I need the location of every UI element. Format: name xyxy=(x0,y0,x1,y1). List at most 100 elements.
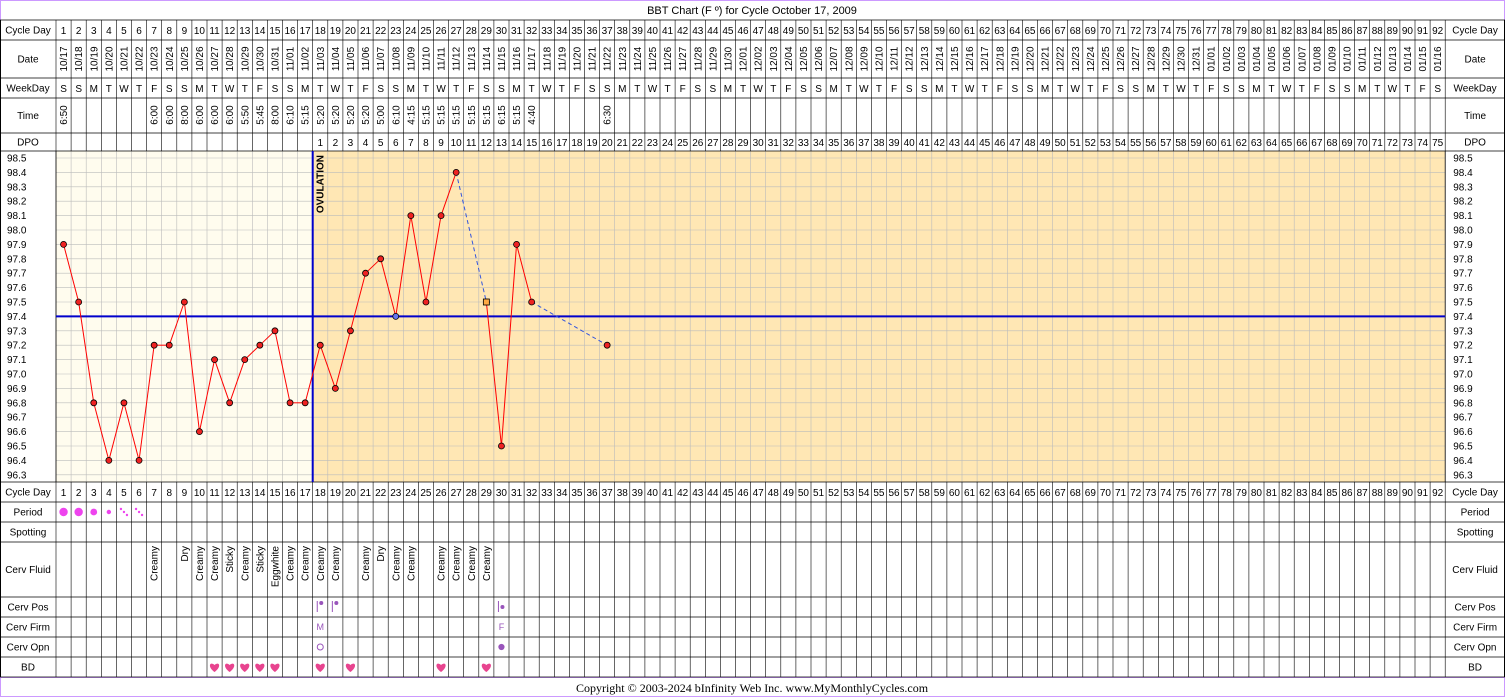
cycle-day-label: 85 xyxy=(1326,26,1338,37)
row-label-left: Cerv Pos xyxy=(7,603,48,614)
cycle-day-label: 60 xyxy=(949,488,961,499)
cycle-day-label: 77 xyxy=(1206,26,1218,37)
weekday-label: T xyxy=(559,84,565,95)
date-label: 01/10 xyxy=(1343,46,1354,71)
weekday-label: S xyxy=(1223,84,1230,95)
cycle-day-label: 52 xyxy=(828,488,840,499)
temp-point xyxy=(347,327,354,335)
date-label: 12/28 xyxy=(1146,46,1157,71)
cycle-day-label: 62 xyxy=(979,26,991,37)
cerv-pos-dot xyxy=(500,605,505,609)
y-tick-label-right: 96.6 xyxy=(1453,427,1473,438)
dpo-label: 68 xyxy=(1326,138,1338,149)
time-label: 4:40 xyxy=(527,105,538,125)
temp-point xyxy=(241,356,249,364)
y-tick-label-right: 97.4 xyxy=(1453,312,1473,323)
cycle-day-label: 41 xyxy=(662,488,674,499)
dpo-label: 72 xyxy=(1387,138,1399,149)
weekday-label: T xyxy=(951,84,957,95)
time-label: 5:20 xyxy=(316,105,327,125)
weekday-label: W xyxy=(436,84,446,95)
dpo-label: 7 xyxy=(408,138,414,149)
cycle-day-label: 72 xyxy=(1130,26,1142,37)
date-label: 11/17 xyxy=(527,46,538,71)
date-label: 11/23 xyxy=(618,46,629,71)
cycle-day-label: 70 xyxy=(1100,488,1112,499)
bd-heart xyxy=(270,663,280,672)
temp-point xyxy=(165,341,173,349)
dpo-label: 74 xyxy=(1417,138,1429,149)
weekday-label: M xyxy=(829,84,837,95)
dpo-label: 55 xyxy=(1130,138,1142,149)
dpo-label: 11 xyxy=(466,138,477,149)
dpo-label: 1 xyxy=(317,138,323,149)
weekday-label: M xyxy=(1358,84,1366,95)
date-label: 11/26 xyxy=(663,46,674,71)
row-label-right: Cerv Pos xyxy=(1455,603,1496,614)
time-label: 6:10 xyxy=(286,105,297,125)
dpo-label: 51 xyxy=(1070,138,1082,149)
date-label: 11/07 xyxy=(376,46,387,71)
weekday-label: M xyxy=(512,84,520,95)
dpo-label: 34 xyxy=(813,138,825,149)
cycle-day-label: 30 xyxy=(496,26,508,37)
weekday-label: S xyxy=(694,84,701,95)
dpo-label: 28 xyxy=(722,138,734,149)
cycle-day-label: 68 xyxy=(1070,26,1082,37)
date-label: 12/16 xyxy=(965,46,976,71)
weekday-label: M xyxy=(1041,84,1049,95)
weekday-label: S xyxy=(921,84,928,95)
y-tick-label-right: 96.7 xyxy=(1453,413,1473,424)
temp-point xyxy=(392,312,400,320)
weekday-label: F xyxy=(1102,84,1108,95)
temp-point xyxy=(331,384,339,392)
time-label: 5:20 xyxy=(361,105,372,125)
date-label: 12/12 xyxy=(905,46,916,71)
cycle-day-label: 57 xyxy=(904,26,916,37)
bbt-chart: 98.5 98.5 98.4 98.4 98.3 98.3 98.2 98.2 98.1 98.1… xyxy=(0,0,1505,697)
date-label: 11/03 xyxy=(316,46,327,71)
cycle-day-label: 81 xyxy=(1266,488,1278,499)
dpo-label: 22 xyxy=(632,138,644,149)
cerv-fluid-label: Creamy xyxy=(482,546,493,581)
date-label: 01/12 xyxy=(1373,46,1384,71)
weekday-label: F xyxy=(680,84,686,95)
date-label: 12/27 xyxy=(1131,46,1142,71)
dpo-label: 4 xyxy=(363,138,369,149)
dpo-label: 50 xyxy=(1055,138,1067,149)
dpo-label: 73 xyxy=(1402,138,1414,149)
temp-point xyxy=(180,298,188,306)
cycle-day-label: 71 xyxy=(1115,488,1127,499)
date-label: 10/23 xyxy=(150,46,161,71)
row-label-left: Cycle Day xyxy=(5,488,51,499)
date-label: 11/22 xyxy=(603,46,614,71)
cycle-day-label: 12 xyxy=(224,26,236,37)
date-label: 12/17 xyxy=(980,46,991,71)
date-label: 10/18 xyxy=(74,46,85,71)
date-label: 12/22 xyxy=(1056,46,1067,71)
date-label: 11/21 xyxy=(588,46,599,71)
weekday-label: M xyxy=(724,84,732,95)
dpo-label: 30 xyxy=(753,138,765,149)
temp-point xyxy=(271,327,279,335)
cycle-day-label: 49 xyxy=(783,26,795,37)
date-label: 11/13 xyxy=(467,46,478,71)
cycle-day-label: 8 xyxy=(166,26,172,37)
weekday-label: T xyxy=(1057,84,1063,95)
cycle-day-label: 62 xyxy=(979,488,991,499)
chart-title: BBT Chart (F º) for Cycle October 17, 20… xyxy=(647,5,857,17)
y-tick-label-right: 98.5 xyxy=(1453,154,1473,165)
cycle-day-label: 45 xyxy=(722,488,734,499)
date-label: 01/03 xyxy=(1237,46,1248,71)
cycle-day-label: 6 xyxy=(136,26,142,37)
y-tick-label-left: 97.8 xyxy=(7,254,27,265)
time-label: 5:15 xyxy=(301,105,312,125)
cycle-day-label: 58 xyxy=(919,26,931,37)
date-label: 12/23 xyxy=(1071,46,1082,71)
cycle-day-label: 11 xyxy=(209,488,220,499)
date-label: 12/25 xyxy=(1101,46,1112,71)
weekday-label: F xyxy=(151,84,157,95)
y-tick-label-right: 97.8 xyxy=(1453,254,1473,265)
cycle-day-label: 78 xyxy=(1221,488,1233,499)
cycle-day-label: 50 xyxy=(798,488,810,499)
